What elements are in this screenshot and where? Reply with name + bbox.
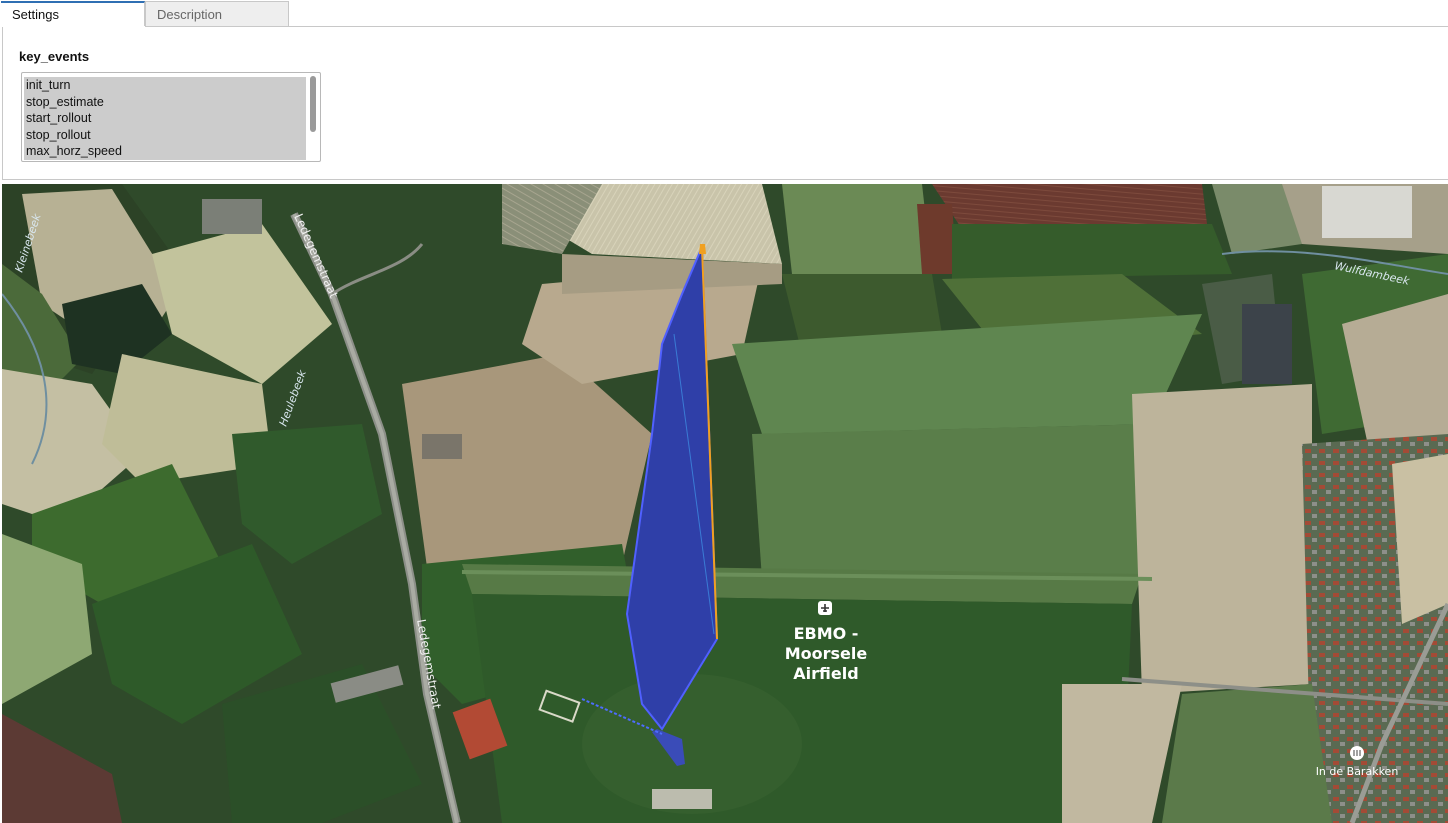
airfield-label-line3[interactable]: Airfield <box>793 664 858 683</box>
list-item[interactable]: init_turn <box>24 77 306 94</box>
list-item[interactable]: start_rollout <box>24 110 306 127</box>
poi-label[interactable]: In de Barakken <box>1316 765 1399 778</box>
map-view[interactable]: EBMO - Moorsele Airfield In de Barakken … <box>2 184 1448 823</box>
tab-settings[interactable]: Settings <box>1 1 145 26</box>
settings-panel: key_events init_turn stop_estimate start… <box>2 27 1448 180</box>
list-item[interactable]: max_horz_speed <box>24 143 306 160</box>
airfield-label-line2[interactable]: Moorsele <box>785 644 868 663</box>
scrollbar-thumb[interactable] <box>310 76 316 132</box>
satellite-map[interactable]: EBMO - Moorsele Airfield In de Barakken … <box>2 184 1448 823</box>
listbox-scrollbar[interactable] <box>307 75 319 159</box>
trajectory-start-marker <box>699 244 706 254</box>
key-events-label: key_events <box>19 49 90 64</box>
list-item[interactable]: stop_estimate <box>24 93 306 110</box>
tab-bar: Settings Description <box>0 0 1448 27</box>
tab-description[interactable]: Description <box>145 1 289 26</box>
poi-marker[interactable] <box>1350 746 1364 760</box>
airfield-marker[interactable] <box>818 601 832 615</box>
airfield-label-line1[interactable]: EBMO - <box>794 624 859 643</box>
list-item[interactable]: stop_rollout <box>24 126 306 143</box>
key-events-listbox[interactable]: init_turn stop_estimate start_rollout st… <box>21 72 321 162</box>
